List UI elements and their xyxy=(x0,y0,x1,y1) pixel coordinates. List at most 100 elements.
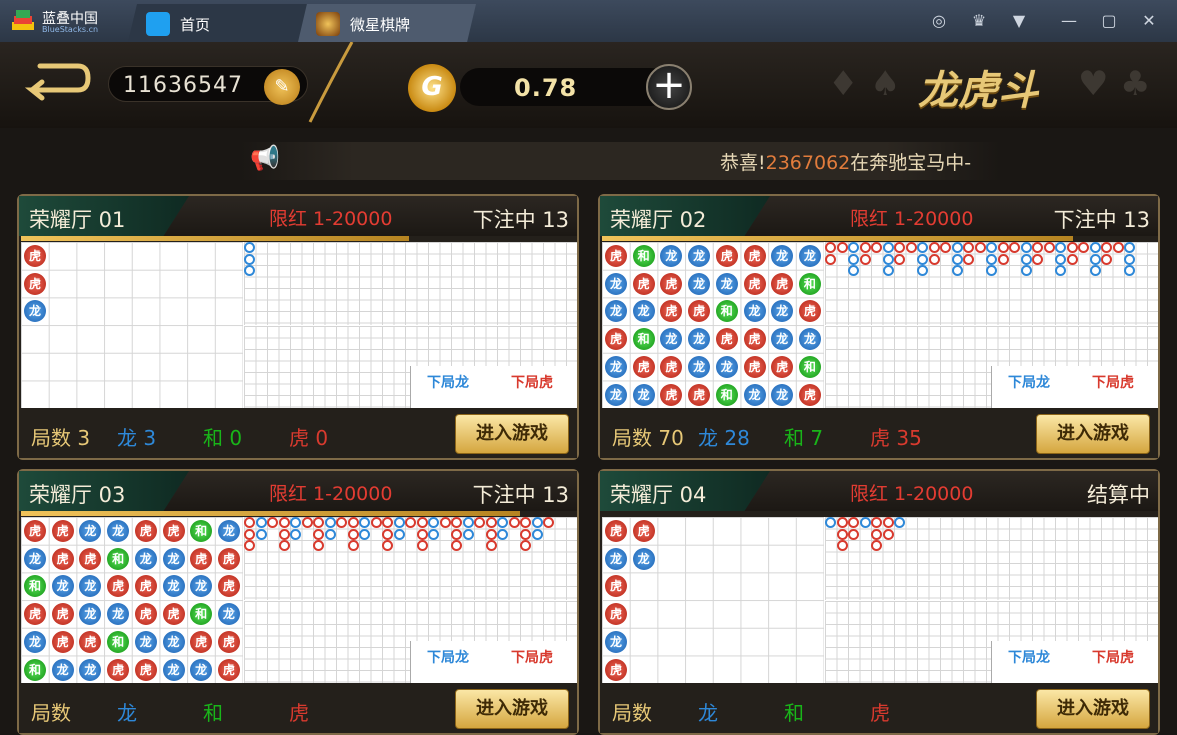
road-ring xyxy=(278,528,290,540)
gold-divider xyxy=(308,42,354,123)
road-ring xyxy=(290,528,301,540)
bead: 虎 xyxy=(107,658,130,681)
road-ring xyxy=(244,517,255,528)
recharge-plus-button[interactable]: + xyxy=(646,64,692,110)
bead: 龙 xyxy=(134,547,157,570)
long-label: 龙 xyxy=(117,426,137,450)
road-ring xyxy=(255,517,267,528)
next-long-label[interactable]: 下局龙 xyxy=(427,372,469,392)
club-suit-icon: ♣ xyxy=(1120,64,1151,104)
he-stat: 和 7 xyxy=(784,422,823,451)
road-ring xyxy=(497,517,508,528)
gift-icon[interactable]: ♛ xyxy=(968,10,990,32)
bead: 虎 xyxy=(743,245,766,267)
bead: 虎 xyxy=(134,520,157,542)
long-label: 龙 xyxy=(698,426,718,450)
road-ring xyxy=(986,242,997,253)
bead: 虎 xyxy=(24,245,46,267)
bead: 和 xyxy=(798,355,821,378)
tab-home-label: 首页 xyxy=(180,16,211,34)
bead: 虎 xyxy=(743,272,766,295)
bead: 龙 xyxy=(688,355,711,378)
account-icon[interactable]: ◎ xyxy=(928,10,950,32)
roadmap-board: 下局龙 下局虎 虎龙虎虎龙虎虎龙 xyxy=(602,517,1158,683)
road-ring xyxy=(1032,253,1043,265)
road-ring xyxy=(255,528,267,540)
road-ring xyxy=(882,265,894,276)
back-arrow-icon[interactable] xyxy=(20,58,94,102)
road-ring xyxy=(894,253,905,265)
minimize-icon[interactable]: — xyxy=(1058,10,1080,32)
next-long-label[interactable]: 下局龙 xyxy=(427,647,469,667)
bead: 龙 xyxy=(798,245,821,267)
menu-icon[interactable]: ▼ xyxy=(1008,10,1030,32)
road-ring xyxy=(359,528,370,540)
close-icon[interactable]: ✕ xyxy=(1138,10,1160,32)
bead: 龙 xyxy=(51,575,74,598)
road-ring xyxy=(485,540,497,551)
room-limit: 限红 1-20000 xyxy=(850,483,974,505)
gold-coin-icon: G xyxy=(408,64,456,112)
room-card[interactable]: 荣耀厅 01 限红 1-20000 下注中 13 下局龙 下局虎 虎虎龙 局数 … xyxy=(17,194,579,460)
edit-pencil-icon[interactable]: ✎ xyxy=(264,69,300,105)
maximize-icon[interactable]: ▢ xyxy=(1098,10,1120,32)
road-ring xyxy=(416,528,428,540)
bead: 和 xyxy=(632,245,655,267)
road-ring xyxy=(451,517,462,528)
balance-box: 0.78 xyxy=(460,68,670,106)
road-ring xyxy=(451,540,462,551)
bet-countdown-bar xyxy=(21,511,520,516)
tab-game[interactable]: 微星棋牌 xyxy=(298,4,476,42)
bead: 龙 xyxy=(688,272,711,295)
road-ring xyxy=(1078,242,1089,253)
road-ring xyxy=(393,528,405,540)
enter-game-button[interactable]: 进入游戏 xyxy=(1036,689,1150,729)
road-ring xyxy=(1066,242,1078,253)
bead: 龙 xyxy=(24,547,46,570)
bead: 龙 xyxy=(605,547,627,570)
bead: 虎 xyxy=(217,630,240,653)
road-ring xyxy=(244,265,255,276)
next-hu-label[interactable]: 下局虎 xyxy=(1092,647,1134,667)
road-ring xyxy=(871,242,882,253)
next-hu-label[interactable]: 下局虎 xyxy=(511,647,553,667)
road-ring xyxy=(382,540,393,551)
room-card[interactable]: 荣耀厅 02 限红 1-20000 下注中 13 下局龙 下局虎 虎龙龙虎龙龙和… xyxy=(598,194,1160,460)
road-ring xyxy=(848,265,859,276)
road-ring xyxy=(1124,242,1135,253)
next-hu-label[interactable]: 下局虎 xyxy=(511,372,553,392)
tab-home[interactable]: 首页 xyxy=(128,4,308,42)
bead-road xyxy=(21,517,243,683)
bead: 虎 xyxy=(632,272,655,295)
he-label: 和 xyxy=(784,426,804,450)
bead: 龙 xyxy=(715,272,738,295)
road-ring xyxy=(1112,242,1124,253)
he-value: 0 xyxy=(229,426,243,450)
bead: 虎 xyxy=(162,603,185,626)
next-long-label[interactable]: 下局龙 xyxy=(1008,647,1050,667)
bead: 和 xyxy=(24,658,46,681)
prediction-box: 下局龙 下局虎 xyxy=(410,641,577,683)
bead: 虎 xyxy=(79,547,102,570)
enter-game-button[interactable]: 进入游戏 xyxy=(455,414,569,454)
home-icon xyxy=(146,12,170,36)
rounds-stat: 局数 3 xyxy=(31,422,90,451)
road-ring xyxy=(462,528,474,540)
long-value: 3 xyxy=(143,426,157,450)
road-ring xyxy=(313,540,324,551)
room-card[interactable]: 荣耀厅 04 限红 1-20000 结算中 下局龙 下局虎 虎龙虎虎龙虎虎龙 局… xyxy=(598,469,1160,735)
next-hu-label[interactable]: 下局虎 xyxy=(1092,372,1134,392)
rounds-label: 局数 xyxy=(612,701,652,725)
road-ring xyxy=(324,517,336,528)
road-ring xyxy=(1089,265,1101,276)
road-ring xyxy=(1032,242,1043,253)
bead: 龙 xyxy=(605,383,627,406)
enter-game-button[interactable]: 进入游戏 xyxy=(455,689,569,729)
road-ring xyxy=(917,242,928,253)
room-header: 荣耀厅 01 限红 1-20000 下注中 13 xyxy=(19,196,577,236)
room-card[interactable]: 荣耀厅 03 限红 1-20000 下注中 13 下局龙 下局虎 虎龙和虎龙和虎… xyxy=(17,469,579,735)
next-long-label[interactable]: 下局龙 xyxy=(1008,372,1050,392)
road-ring xyxy=(370,517,382,528)
enter-game-button[interactable]: 进入游戏 xyxy=(1036,414,1150,454)
bead: 龙 xyxy=(632,300,655,323)
